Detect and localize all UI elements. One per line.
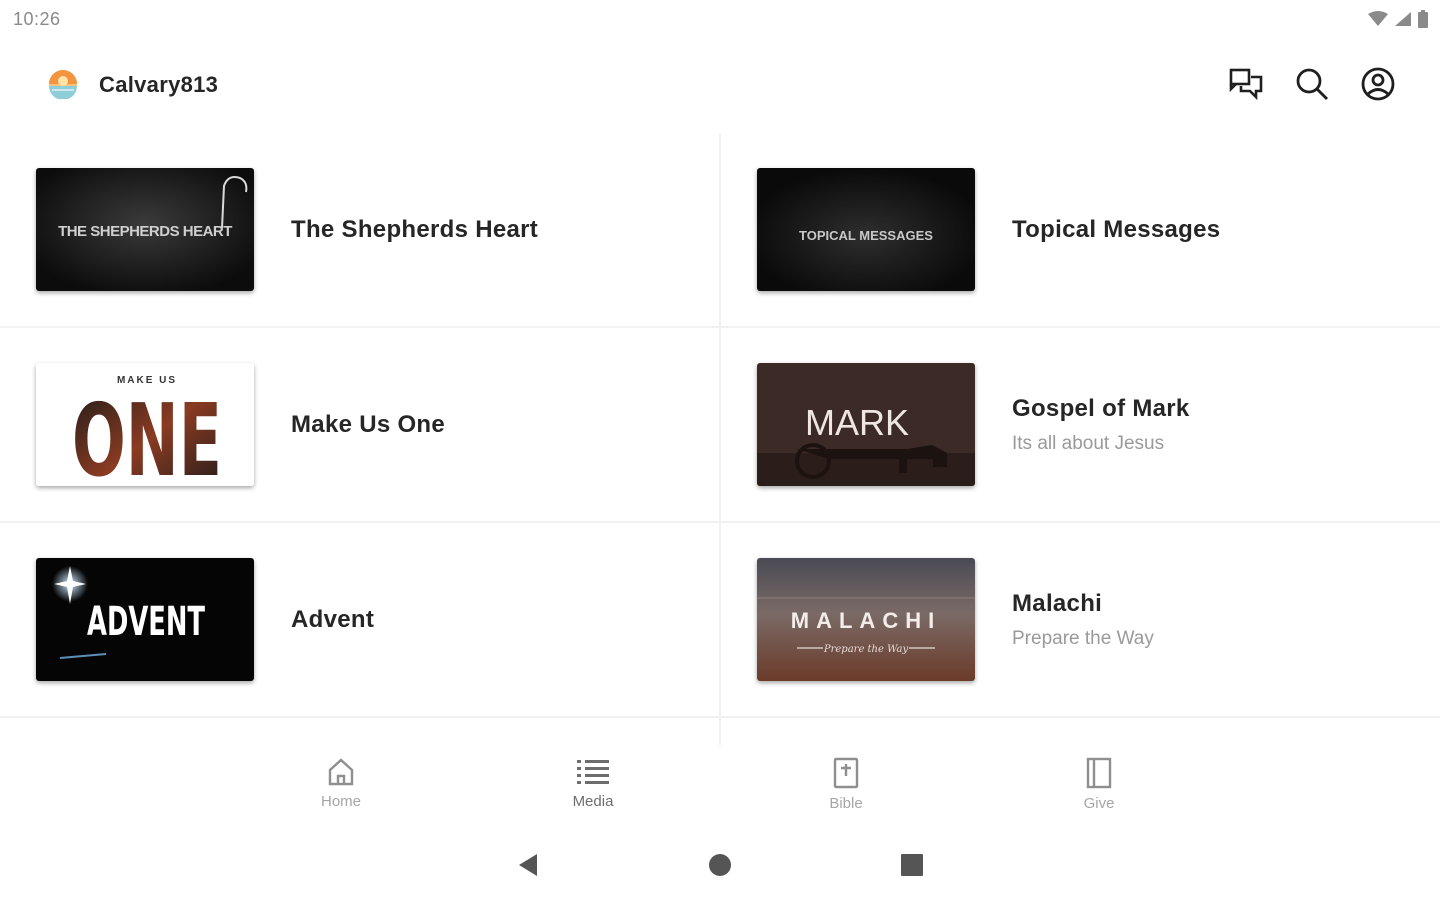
series-thumbnail: MALACHI Prepare the Way (757, 558, 975, 681)
series-item-gospel-of-mark[interactable]: MARK Gospel of Mark Its all about Jesus (721, 328, 1440, 523)
chat-icon (1229, 68, 1263, 100)
series-item-malachi[interactable]: MALACHI Prepare the Way Malachi Prepare … (721, 523, 1440, 718)
series-subtitle: Prepare the Way (1012, 627, 1154, 649)
back-triangle-icon (519, 854, 537, 876)
system-back-button[interactable] (508, 850, 548, 880)
account-circle-icon (1361, 67, 1395, 101)
status-bar: 10:26 (0, 0, 1440, 40)
give-icon (1086, 757, 1112, 789)
series-row-partial (721, 718, 1440, 745)
series-thumbnail: MARK (757, 363, 975, 486)
nav-item-give[interactable]: Give (1039, 757, 1159, 812)
nav-item-media[interactable]: Media (533, 757, 653, 810)
thumbnail-text: ADVENT (87, 599, 205, 645)
status-icons (1368, 10, 1428, 28)
app-title: Calvary813 (99, 72, 219, 97)
church-logo-icon (49, 70, 77, 99)
series-title: The Shepherds Heart (291, 215, 539, 243)
series-grid: THE SHEPHERDS HEART The Shepherds Heart … (0, 133, 1440, 745)
system-navigation-bar (0, 830, 1440, 900)
wifi-icon (1368, 11, 1388, 26)
home-icon (328, 758, 354, 786)
thumbnail-text: ONE (72, 382, 222, 486)
thumbnail-small-text: Prepare the Way (823, 644, 909, 655)
thumbnail-text: TOPICAL MESSAGES (799, 228, 933, 243)
nav-label: Bible (829, 795, 863, 812)
nav-label: Give (1083, 795, 1115, 812)
thumbnail-text: THE SHEPHERDS HEART (58, 223, 232, 240)
series-title: Malachi (1012, 589, 1103, 617)
messages-button[interactable] (1228, 64, 1264, 104)
nav-label: Media (572, 793, 614, 810)
series-item-advent[interactable]: ADVENT Advent (0, 523, 721, 718)
search-button[interactable] (1294, 64, 1330, 104)
bottom-navigation: Home Media Bible Give (0, 745, 1440, 825)
series-item-make-us-one[interactable]: MAKE US ONE Make Us One (0, 328, 721, 523)
system-home-button[interactable] (700, 850, 740, 880)
series-title: Make Us One (291, 410, 446, 438)
series-thumbnail: MAKE US ONE (36, 363, 254, 486)
series-subtitle: Its all about Jesus (1012, 432, 1165, 454)
thumbnail-text: MARK (805, 402, 909, 443)
series-row-partial (0, 718, 721, 745)
series-item-topical-messages[interactable]: TOPICAL MESSAGES Topical Messages (721, 133, 1440, 328)
battery-icon (1418, 10, 1428, 28)
cellular-icon (1395, 12, 1411, 26)
series-title: Gospel of Mark (1012, 394, 1190, 422)
series-thumbnail: TOPICAL MESSAGES (757, 168, 975, 291)
nav-item-bible[interactable]: Bible (786, 757, 906, 812)
app-actions (1228, 64, 1396, 104)
bible-icon (833, 757, 859, 789)
status-time: 10:26 (13, 9, 61, 29)
home-circle-icon (709, 854, 731, 876)
nav-item-home[interactable]: Home (281, 757, 401, 810)
nav-label: Home (320, 793, 361, 810)
profile-button[interactable] (1360, 64, 1396, 104)
series-title: Topical Messages (1012, 215, 1221, 243)
series-thumbnail: THE SHEPHERDS HEART (36, 168, 254, 291)
recents-square-icon (901, 854, 923, 876)
series-thumbnail: ADVENT (36, 558, 254, 681)
system-recents-button[interactable] (892, 850, 932, 880)
thumbnail-text: MALACHI (791, 608, 941, 633)
search-icon (1296, 68, 1328, 100)
series-item-the-shepherds-heart[interactable]: THE SHEPHERDS HEART The Shepherds Heart (0, 133, 721, 328)
series-title: Advent (291, 605, 375, 633)
app-bar: Calvary813 (0, 40, 1440, 132)
list-icon (577, 760, 609, 784)
